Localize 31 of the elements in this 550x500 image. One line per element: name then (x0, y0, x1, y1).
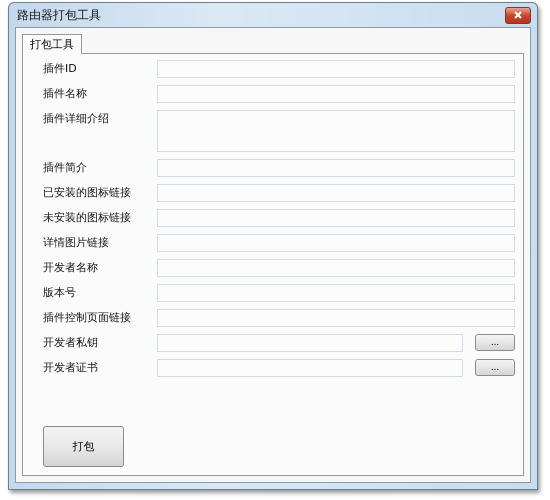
input-field[interactable] (157, 359, 463, 377)
field-label: 详情图片链接 (43, 235, 110, 251)
field-label: 已安装的图标链接 (43, 185, 132, 201)
field-label: 插件名称 (43, 86, 88, 102)
field-label: 插件简介 (43, 160, 88, 176)
field-label: 插件控制页面链接 (43, 310, 132, 326)
input-field[interactable] (157, 284, 515, 302)
field-label: 插件ID (43, 61, 78, 77)
pack-button[interactable]: 打包 (43, 426, 124, 467)
browse-button[interactable]: ... (475, 334, 515, 351)
field-label: 开发者名称 (43, 260, 99, 276)
close-icon (514, 11, 522, 19)
input-field[interactable] (157, 159, 515, 177)
input-field[interactable] (157, 334, 463, 352)
input-field[interactable] (157, 259, 515, 277)
tab[interactable]: 打包工具 (22, 34, 82, 54)
text-area[interactable] (157, 110, 515, 152)
field-label: 开发者证书 (43, 360, 99, 376)
input-field[interactable] (157, 234, 515, 252)
input-field[interactable] (157, 309, 515, 327)
browse-button[interactable]: ... (475, 359, 515, 376)
field-label: 开发者私钥 (43, 335, 99, 351)
input-field[interactable] (157, 85, 515, 103)
input-field[interactable] (157, 184, 515, 202)
window-title: 路由器打包工具 (16, 6, 101, 24)
close-button[interactable] (505, 6, 531, 24)
field-label: 插件详细介绍 (43, 111, 110, 127)
input-field[interactable] (157, 60, 515, 78)
field-label: 版本号 (43, 285, 77, 301)
input-field[interactable] (157, 209, 515, 227)
field-label: 未安装的图标链接 (43, 210, 132, 226)
